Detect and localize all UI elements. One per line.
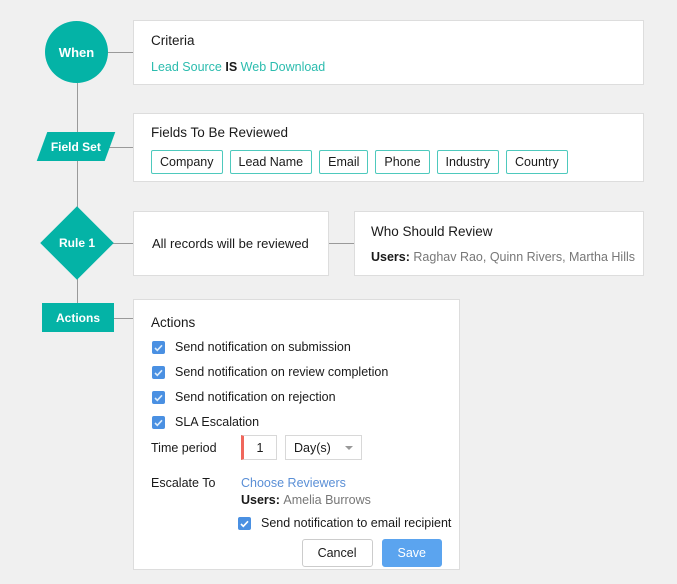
flow-node-actions-label: Actions (55, 310, 100, 325)
connector-summary-to-reviewers-card (328, 243, 354, 244)
field-chip[interactable]: Country (506, 150, 568, 174)
escalate-to-row: Escalate To Choose Reviewers Users: Amel… (151, 476, 371, 507)
connector-fieldset-to-fields-card (106, 147, 133, 148)
flow-node-rule-1-label: Rule 1 (58, 235, 96, 250)
cancel-button[interactable]: Cancel (301, 539, 373, 567)
action-checkbox-row[interactable]: Send notification on rejection (152, 390, 388, 404)
rule-summary-card[interactable]: All records will be reviewed (133, 211, 329, 276)
actions-card[interactable]: Actions Send notification on submission … (133, 299, 460, 570)
escalate-to-label: Escalate To (151, 476, 216, 490)
action-checkbox-label: SLA Escalation (175, 415, 260, 429)
criteria-expression: Lead Source IS Web Download (151, 60, 325, 74)
field-chip-list: Company Lead Name Email Phone Industry C… (151, 150, 568, 174)
who-should-review-title: Who Should Review (371, 224, 493, 239)
escalate-to-users-value: Amelia Burrows (283, 493, 371, 507)
flow-node-when[interactable]: When (45, 21, 108, 83)
time-period-unit-value: Day(s) (294, 440, 331, 455)
criteria-title: Criteria (151, 33, 195, 48)
field-chip[interactable]: Phone (375, 150, 430, 174)
criteria-operator: IS (225, 60, 238, 74)
field-chip[interactable]: Lead Name (229, 150, 313, 174)
action-checkbox-row[interactable]: SLA Escalation (152, 415, 388, 429)
field-chip[interactable]: Email (319, 150, 369, 174)
checkmark-icon[interactable] (152, 390, 165, 404)
save-button[interactable]: Save (381, 539, 442, 567)
actions-checkbox-list: Send notification on submission Send not… (152, 340, 388, 429)
time-period-input[interactable]: 1 (241, 435, 277, 460)
email-recipient-row[interactable]: Send notification to email recipient (238, 516, 451, 530)
workflow-canvas: When Field Set Rule 1 Actions Criteria L… (0, 0, 677, 584)
time-period-unit-select[interactable]: Day(s) (285, 435, 362, 460)
who-should-review-users-label: Users (371, 250, 406, 264)
who-should-review-users: Users: Raghav Rao, Quinn Rivers, Martha … (371, 250, 635, 264)
flow-node-rule-1[interactable]: Rule 1 (40, 206, 114, 280)
chevron-down-icon (344, 445, 353, 450)
escalate-to-users-label: Users (241, 493, 276, 507)
checkmark-icon[interactable] (152, 365, 165, 379)
criteria-value[interactable]: Web Download (241, 60, 326, 74)
actions-button-row: Cancel Save (301, 539, 442, 567)
field-chip[interactable]: Company (151, 150, 223, 174)
action-checkbox-label: Send notification on rejection (175, 390, 336, 404)
action-checkbox-label: Send notification on submission (175, 340, 351, 354)
connector-when-to-criteria (104, 52, 133, 53)
criteria-field[interactable]: Lead Source (151, 60, 222, 74)
rule-summary-text: All records will be reviewed (152, 236, 309, 251)
who-should-review-card[interactable]: Who Should Review Users: Raghav Rao, Qui… (354, 211, 644, 276)
checkmark-icon[interactable] (152, 415, 165, 429)
fields-to-be-reviewed-title: Fields To Be Reviewed (151, 125, 289, 140)
action-checkbox-label: Send notification on review completion (175, 365, 389, 379)
escalate-to-values: Choose Reviewers Users: Amelia Burrows (241, 476, 371, 507)
flow-node-field-set[interactable]: Field Set (36, 132, 116, 161)
fields-to-be-reviewed-card[interactable]: Fields To Be Reviewed Company Lead Name … (133, 113, 644, 182)
action-checkbox-row[interactable]: Send notification on submission (152, 340, 388, 354)
criteria-card[interactable]: Criteria Lead Source IS Web Download (133, 20, 644, 85)
who-should-review-users-value: Raghav Rao, Quinn Rivers, Martha Hills (413, 250, 636, 264)
time-period-row: Time period 1 Day(s) (151, 435, 362, 460)
flow-node-when-label: When (58, 44, 95, 60)
time-period-label: Time period (151, 440, 217, 455)
connector-actions-to-actions-card (114, 318, 133, 319)
action-checkbox-row[interactable]: Send notification on review completion (152, 365, 388, 379)
choose-reviewers-link[interactable]: Choose Reviewers (241, 476, 371, 490)
actions-title: Actions (151, 315, 196, 330)
flow-node-field-set-label: Field Set (50, 139, 101, 154)
email-recipient-label: Send notification to email recipient (261, 516, 452, 530)
checkmark-icon[interactable] (238, 516, 251, 530)
checkmark-icon[interactable] (152, 340, 165, 354)
flow-node-actions[interactable]: Actions (42, 303, 114, 332)
escalate-to-users: Users: Amelia Burrows (241, 493, 371, 507)
connector-when-to-fieldset (77, 76, 78, 132)
field-chip[interactable]: Industry (436, 150, 500, 174)
